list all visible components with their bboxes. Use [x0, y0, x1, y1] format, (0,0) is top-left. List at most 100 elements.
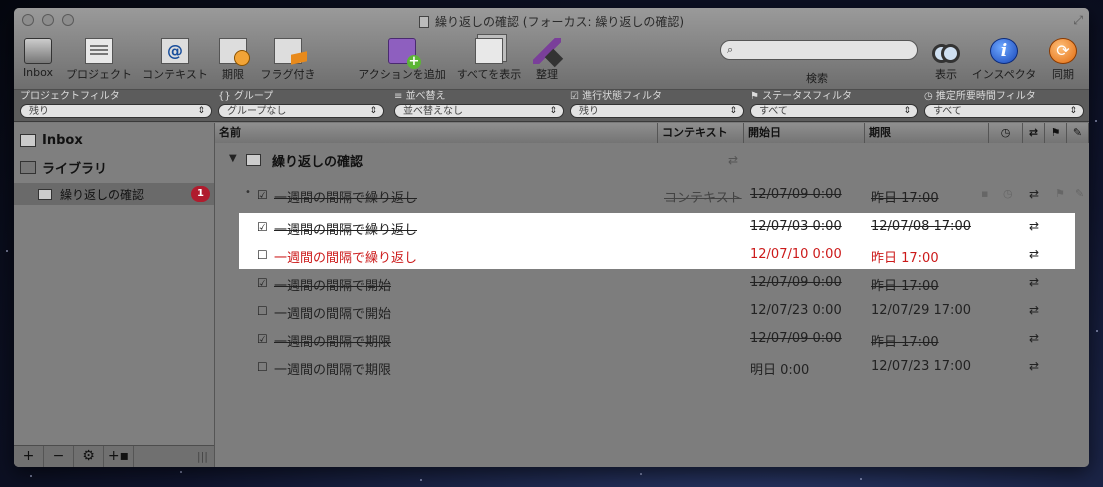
group-filter[interactable]: {} グループ グループなし: [218, 90, 384, 118]
sidebar: Inbox ライブラリ 繰り返しの確認 1 + − ⚙ +▪ |||: [14, 123, 215, 467]
checkbox[interactable]: ☑: [257, 188, 268, 202]
window-title-text: 繰り返しの確認 (フォーカス: 繰り返しの確認): [434, 15, 685, 29]
task-title[interactable]: 一週間の間隔で期限: [274, 359, 391, 378]
add-folder-button[interactable]: +▪: [104, 446, 134, 467]
task-title[interactable]: 一週間の間隔で開始: [274, 303, 391, 322]
titlebar: 繰り返しの確認 (フォーカス: 繰り返しの確認) ⤢ Inbox プロジェクト …: [14, 8, 1089, 90]
table-row[interactable]: • ☑ 一週間の間隔で繰り返し コンテキスト 12/07/09 0:00 昨日 17:00…: [215, 181, 1089, 209]
column-flag-icon[interactable]: ⚑: [1045, 123, 1067, 143]
due-button[interactable]: 期限: [216, 38, 250, 82]
show-all-button[interactable]: すべてを表示: [454, 38, 524, 82]
window-title: 繰り返しの確認 (フォーカス: 繰り返しの確認): [14, 13, 1089, 30]
repeat-icon: ⇄: [1029, 247, 1040, 261]
view-button[interactable]: 表示: [928, 38, 964, 82]
status-filter[interactable]: ⚑ ステータスフィルタ すべて: [750, 90, 918, 118]
search-input[interactable]: ⌕: [720, 40, 918, 60]
glasses-icon: [932, 38, 960, 64]
checkbox[interactable]: ☐: [257, 248, 268, 262]
checkbox[interactable]: ☐: [257, 304, 268, 318]
note-icon[interactable]: ✎: [1075, 187, 1084, 200]
task-due-date[interactable]: 昨日 17:00: [871, 275, 939, 294]
task-start-date[interactable]: 12/07/23 0:00: [750, 303, 842, 318]
task-due-date[interactable]: 12/07/23 17:00: [871, 359, 971, 374]
sort-filter[interactable]: ≡ 並べ替え 並べ替えなし: [394, 90, 564, 118]
project-filter[interactable]: プロジェクトフィルタ 残り: [20, 90, 212, 118]
column-repeat-icon[interactable]: ⇄: [1023, 123, 1045, 143]
duration-filter[interactable]: ◷ 推定所要時間フィルタ すべて: [924, 90, 1084, 118]
resize-grip-icon[interactable]: |||: [197, 450, 208, 463]
inspector-button[interactable]: i インスペクタ: [970, 38, 1038, 82]
sync-icon: ⟳: [1049, 38, 1077, 64]
gear-icon[interactable]: ⚙: [74, 446, 104, 467]
table-row[interactable]: ☐ 一週間の間隔で期限 明日 0:00 12/07/23 17:00 ⇄: [215, 353, 1089, 381]
table-row[interactable]: ☐ 一週間の間隔で開始 12/07/23 0:00 12/07/29 17:00 ⇄: [215, 297, 1089, 325]
flagged-button[interactable]: フラグ付き: [258, 38, 318, 82]
contexts-button[interactable]: @ コンテキスト: [140, 38, 210, 82]
task-context[interactable]: コンテキスト: [664, 187, 742, 206]
column-context[interactable]: コンテキスト: [658, 123, 744, 143]
checkbox[interactable]: ☑: [257, 220, 268, 234]
clock-filter-icon: ◷: [924, 91, 936, 102]
task-due-date[interactable]: 昨日 17:00: [871, 331, 939, 350]
repeat-icon: ⇄: [1029, 275, 1040, 289]
search-icon: ⌕: [727, 43, 734, 56]
contexts-icon: @: [161, 38, 189, 64]
project-icon: [246, 154, 261, 166]
table-row[interactable]: ☐ 一週間の間隔で繰り返し 12/07/10 0:00 昨日 17:00 ⇄: [239, 241, 1075, 269]
task-start-date[interactable]: 12/07/10 0:00: [750, 247, 842, 262]
disclosure-triangle-icon[interactable]: ▼: [229, 153, 237, 164]
task-start-date[interactable]: 12/07/03 0:00: [750, 219, 842, 234]
sidebar-item-library[interactable]: ライブラリ: [20, 158, 107, 177]
column-name[interactable]: 名前: [215, 123, 658, 143]
projects-button[interactable]: プロジェクト: [64, 38, 134, 82]
task-title[interactable]: 一週間の間隔で繰り返し: [274, 219, 417, 238]
status-filter-select[interactable]: すべて: [750, 104, 918, 118]
broom-icon: [533, 38, 561, 64]
progress-filter-select[interactable]: 残り: [570, 104, 744, 118]
remove-button[interactable]: −: [44, 446, 74, 467]
filter-bar: プロジェクトフィルタ 残り {} グループ グループなし ≡ 並べ替え 並べ替え…: [14, 90, 1089, 122]
sidebar-item-inbox[interactable]: Inbox: [20, 133, 83, 148]
task-due-date[interactable]: 昨日 17:00: [871, 247, 939, 266]
task-title[interactable]: 一週間の間隔で期限: [274, 331, 391, 350]
flag-icon[interactable]: ⚑: [1055, 187, 1065, 200]
group-icon: {}: [218, 91, 234, 102]
checkbox[interactable]: ☐: [257, 360, 268, 374]
table-row[interactable]: ☑ 一週間の間隔で開始 12/07/09 0:00 昨日 17:00 ⇄: [215, 269, 1089, 297]
document-icon: [418, 16, 429, 28]
sort-filter-select[interactable]: 並べ替えなし: [394, 104, 564, 118]
table-row[interactable]: ☑ 一週間の間隔で期限 12/07/09 0:00 昨日 17:00 ⇄: [215, 325, 1089, 353]
task-due-date[interactable]: 12/07/08 17:00: [871, 219, 971, 234]
group-filter-select[interactable]: グループなし: [218, 104, 384, 118]
task-start-date[interactable]: 12/07/09 0:00: [750, 331, 842, 346]
task-title[interactable]: 一週間の間隔で開始: [274, 275, 391, 294]
repeat-icon: ⇄: [1029, 359, 1040, 373]
sync-button[interactable]: ⟳ 同期: [1046, 38, 1080, 82]
task-start-date[interactable]: 12/07/09 0:00: [750, 275, 842, 290]
column-due[interactable]: 期限: [865, 123, 989, 143]
task-start-date[interactable]: 12/07/09 0:00: [750, 187, 842, 202]
project-filter-select[interactable]: 残り: [20, 104, 212, 118]
clean-up-button[interactable]: 整理: [532, 38, 562, 82]
checkbox[interactable]: ☑: [257, 276, 268, 290]
duration-filter-select[interactable]: すべて: [924, 104, 1084, 118]
task-title[interactable]: 一週間の間隔で繰り返し: [274, 187, 417, 206]
column-start[interactable]: 開始日: [744, 123, 865, 143]
inbox-tray-icon: [24, 38, 52, 64]
table-row[interactable]: ☑ 一週間の間隔で繰り返し 12/07/03 0:00 12/07/08 17:00 ⇄: [239, 213, 1075, 241]
column-note-icon[interactable]: ✎: [1067, 123, 1089, 143]
group-row[interactable]: ▼ 繰り返しの確認 ⇄: [215, 147, 1089, 173]
task-title[interactable]: 一週間の間隔で繰り返し: [274, 247, 417, 266]
due-clock-icon: [219, 38, 250, 66]
checkbox[interactable]: ☑: [257, 332, 268, 346]
task-due-date[interactable]: 12/07/29 17:00: [871, 303, 971, 318]
add-action-button[interactable]: アクションを追加: [356, 38, 448, 82]
inbox-button[interactable]: Inbox: [22, 38, 54, 79]
sidebar-item-project[interactable]: 繰り返しの確認: [38, 186, 144, 203]
fullscreen-icon[interactable]: ⤢: [1073, 13, 1083, 28]
column-status-icon[interactable]: ◷: [989, 123, 1023, 143]
progress-filter[interactable]: ☑ 進行状態フィルタ 残り: [570, 90, 744, 118]
task-start-date[interactable]: 明日 0:00: [750, 359, 809, 378]
add-button[interactable]: +: [14, 446, 44, 467]
task-due-date[interactable]: 昨日 17:00: [871, 187, 939, 206]
